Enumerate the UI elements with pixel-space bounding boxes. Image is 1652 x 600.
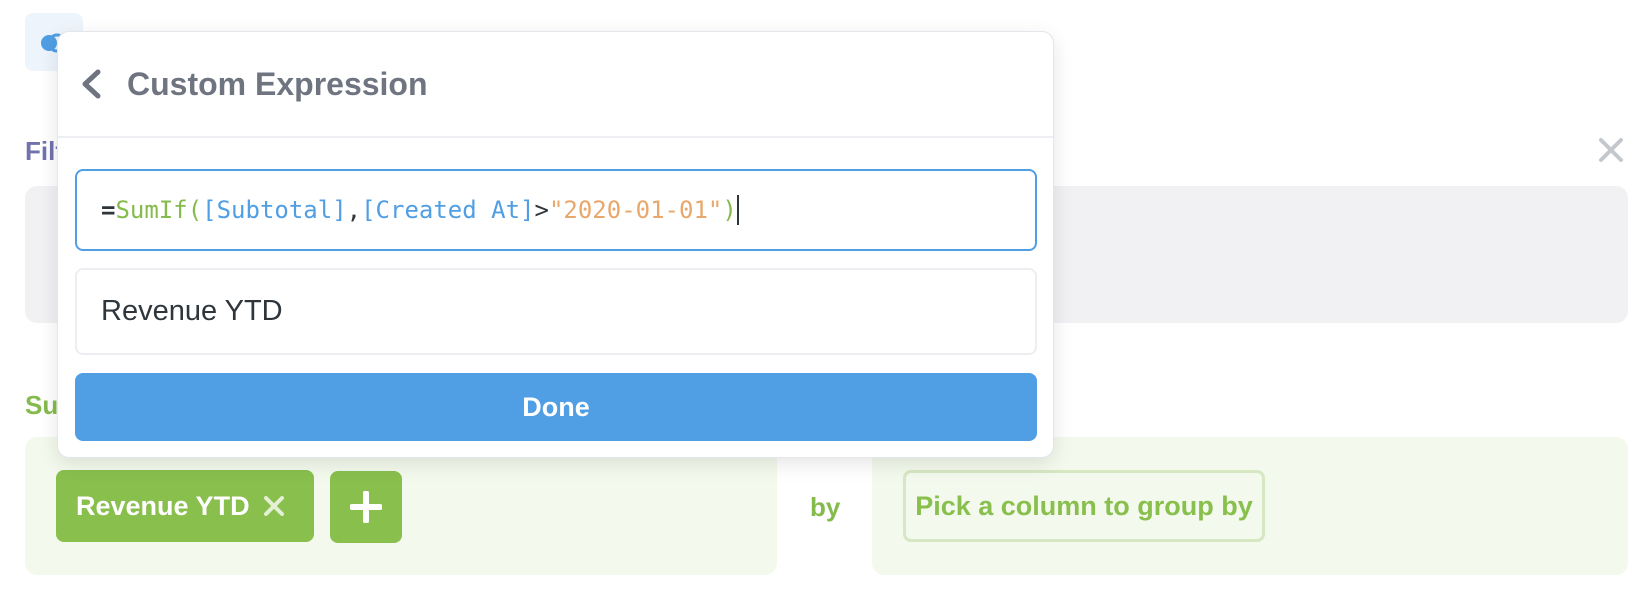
expression-field-subtotal: [Subtotal] bbox=[202, 196, 347, 224]
expression-editor[interactable]: = SumIf([Subtotal], [Created At] > "2020… bbox=[75, 169, 1037, 251]
text-caret bbox=[736, 195, 739, 225]
popover-header: Custom Expression bbox=[58, 32, 1053, 138]
close-icon[interactable] bbox=[1596, 135, 1626, 165]
add-metric-button[interactable] bbox=[330, 471, 402, 543]
close-icon[interactable] bbox=[262, 494, 286, 518]
plus-icon bbox=[350, 491, 382, 523]
metric-pill-revenue-ytd[interactable]: Revenue YTD bbox=[56, 470, 314, 542]
metric-pill-label: Revenue YTD bbox=[76, 490, 250, 521]
groupby-button[interactable]: Pick a column to group by bbox=[903, 470, 1265, 542]
by-label: by bbox=[810, 492, 841, 522]
expression-separator: , bbox=[346, 196, 362, 224]
expression-name-field[interactable]: Revenue YTD bbox=[75, 268, 1037, 355]
expression-prefix: = bbox=[101, 196, 116, 224]
expression-operator: > bbox=[534, 196, 549, 224]
custom-expression-popover: Custom Expression = SumIf([Subtotal], [C… bbox=[57, 31, 1054, 458]
popover-title: Custom Expression bbox=[127, 66, 428, 102]
expression-string: "2020-01-01" bbox=[548, 196, 723, 224]
chevron-left-icon[interactable] bbox=[78, 68, 104, 100]
expression-close-paren: ) bbox=[722, 196, 737, 224]
done-button[interactable]: Done bbox=[75, 373, 1037, 441]
expression-field-created-at: [Created At] bbox=[361, 196, 535, 224]
expression-function: SumIf( bbox=[115, 196, 203, 224]
